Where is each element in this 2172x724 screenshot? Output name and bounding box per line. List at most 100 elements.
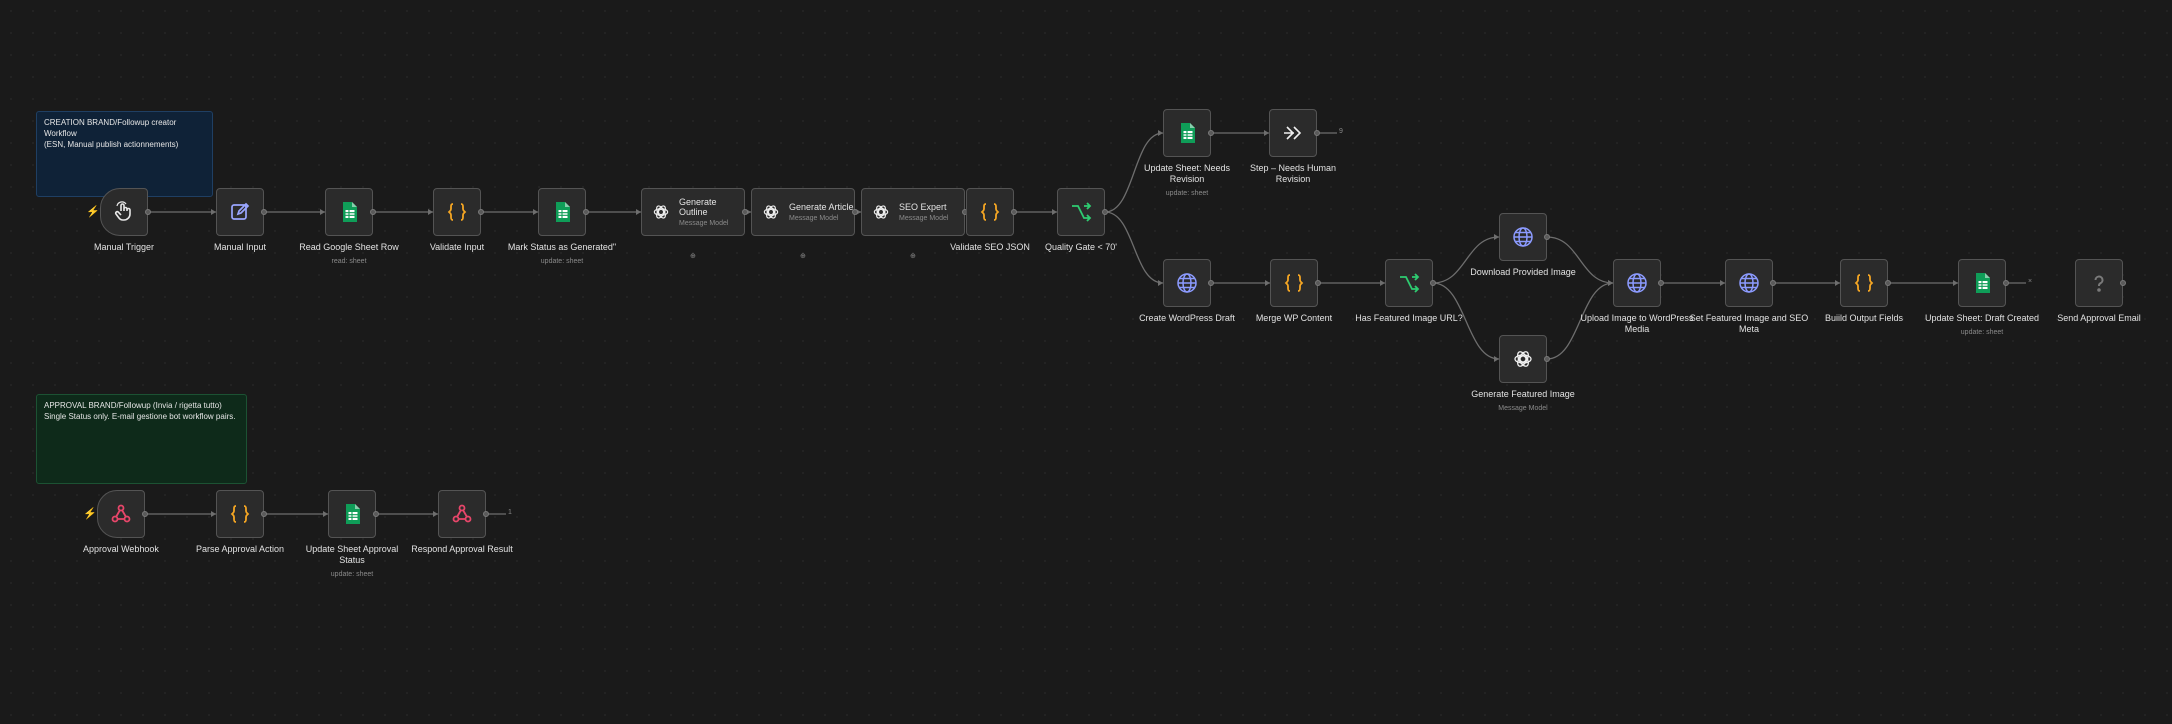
node-label-text: Create WordPress Draft (1139, 313, 1235, 323)
node-update-needs-revision[interactable] (1163, 109, 1211, 157)
output-port[interactable] (1315, 280, 1321, 286)
node-merge-wp-content[interactable] (1270, 259, 1318, 307)
globe-icon (1511, 225, 1535, 249)
node-generate-article[interactable]: Generate Article Message Model (751, 188, 855, 236)
node-read-sheet-row[interactable] (325, 188, 373, 236)
output-port[interactable] (1544, 234, 1550, 240)
node-label-text: Generate Featured Image (1471, 389, 1575, 399)
output-port[interactable] (742, 209, 748, 215)
workflow-canvas[interactable]: CREATION BRAND/Followup creator Workflow… (0, 0, 2172, 724)
node-update-draft-created[interactable] (1958, 259, 2006, 307)
code-icon (445, 200, 469, 224)
output-port[interactable] (1885, 280, 1891, 286)
webhook-icon (109, 502, 133, 526)
node-validate-seo-json[interactable] (966, 188, 1014, 236)
output-port[interactable] (1011, 209, 1017, 215)
chevrons-right-icon (1281, 121, 1305, 145)
node-label: Approval Webhook (61, 544, 181, 555)
output-port[interactable] (1314, 130, 1320, 136)
sticky-note-creation[interactable]: CREATION BRAND/Followup creator Workflow… (36, 111, 213, 197)
node-mark-status[interactable] (538, 188, 586, 236)
output-port[interactable] (142, 511, 148, 517)
output-port[interactable] (1102, 209, 1108, 215)
node-download-provided-image[interactable] (1499, 213, 1547, 261)
node-parse-approval-action[interactable] (216, 490, 264, 538)
node-label-sub: read: sheet (331, 258, 367, 265)
node-send-approval-email[interactable] (2075, 259, 2123, 307)
node-label-text: Has Featured Image URL? (1355, 313, 1463, 323)
output-port[interactable] (261, 209, 267, 215)
globe-icon (1625, 271, 1649, 295)
node-label-text: Mark Status as Generated" (507, 242, 617, 252)
google-sheets-icon (550, 200, 574, 224)
node-has-featured-image[interactable] (1385, 259, 1433, 307)
output-port[interactable] (1430, 280, 1436, 286)
openai-icon (651, 202, 671, 222)
node-seo-expert[interactable]: SEO Expert Message Model (861, 188, 965, 236)
node-quality-gate[interactable] (1057, 188, 1105, 236)
question-icon (2087, 271, 2111, 295)
output-port[interactable] (2120, 280, 2126, 286)
add-next-node-port[interactable]: × (2028, 278, 2032, 285)
code-icon (978, 200, 1002, 224)
output-port[interactable] (2003, 280, 2009, 286)
add-sub-node-port[interactable]: ⊕ (800, 252, 806, 260)
globe-icon (1175, 271, 1199, 295)
output-port[interactable] (145, 209, 151, 215)
node-manual-input[interactable] (216, 188, 264, 236)
output-port[interactable] (1658, 280, 1664, 286)
node-validate-input[interactable] (433, 188, 481, 236)
node-label-sub: update: sheet (330, 571, 374, 578)
node-label: Step – Needs Human Revision (1233, 163, 1353, 185)
node-approval-webhook[interactable] (97, 490, 145, 538)
node-update-sheet-approval[interactable] (328, 490, 376, 538)
node-title: SEO Expert (899, 202, 947, 212)
output-port[interactable] (373, 511, 379, 517)
google-sheets-icon (1970, 271, 1994, 295)
node-label: Quality Gate < 70' (1021, 242, 1141, 253)
node-label: Manual Trigger (64, 242, 184, 253)
webhook-icon (450, 502, 474, 526)
output-port[interactable] (370, 209, 376, 215)
pointer-icon (112, 200, 136, 224)
output-port[interactable] (1770, 280, 1776, 286)
node-label-text: Upload Image to WordPress Media (1580, 313, 1694, 334)
output-port[interactable] (583, 209, 589, 215)
output-port[interactable] (852, 209, 858, 215)
output-port[interactable] (478, 209, 484, 215)
node-label-text: Manual Input (213, 242, 267, 252)
output-port[interactable] (1544, 356, 1550, 362)
output-port[interactable] (1208, 130, 1214, 136)
node-respond-approval-result[interactable] (438, 490, 486, 538)
output-port[interactable] (261, 511, 267, 517)
node-set-featured-image[interactable] (1725, 259, 1773, 307)
node-label-text: Manual Trigger (93, 242, 155, 252)
node-label: Validate Input (397, 242, 517, 253)
node-label: Update Sheet: Draft Created update: sheet (1922, 313, 2042, 338)
output-port[interactable] (1208, 280, 1214, 286)
node-create-wp-draft[interactable] (1163, 259, 1211, 307)
node-generate-featured-image[interactable] (1499, 335, 1547, 383)
node-label-sub: update: sheet (540, 258, 584, 265)
code-icon (228, 502, 252, 526)
node-generate-outline[interactable]: Generate Outline Message Model (641, 188, 745, 236)
node-title: Generate Article (789, 202, 854, 212)
add-next-node-port[interactable]: 1 (508, 509, 512, 516)
add-sub-node-port[interactable]: ⊕ (690, 252, 696, 260)
node-step-needs-human[interactable] (1269, 109, 1317, 157)
node-subtitle: Message Model (899, 215, 949, 222)
node-label-text: Set Featured Image and SEO Meta (1689, 313, 1809, 334)
output-port[interactable] (483, 511, 489, 517)
node-upload-image-wp[interactable] (1613, 259, 1661, 307)
node-build-output-fields[interactable] (1840, 259, 1888, 307)
router-icon (1397, 271, 1421, 295)
node-label-text: Quality Gate < 70' (1044, 242, 1117, 252)
node-manual-trigger[interactable] (100, 188, 148, 236)
node-label-text: Approval Webhook (83, 544, 159, 554)
node-label: Mark Status as Generated" update: sheet (502, 242, 622, 267)
add-sub-node-port[interactable]: ⊕ (910, 252, 916, 260)
node-label-sub: update: sheet (1165, 190, 1209, 197)
sticky-note-approval[interactable]: APPROVAL BRAND/Followup (Invia / rigetta… (36, 394, 247, 484)
node-label-text: Buiild Output Fields (1824, 313, 1904, 323)
add-next-node-port[interactable]: 9 (1339, 128, 1343, 135)
